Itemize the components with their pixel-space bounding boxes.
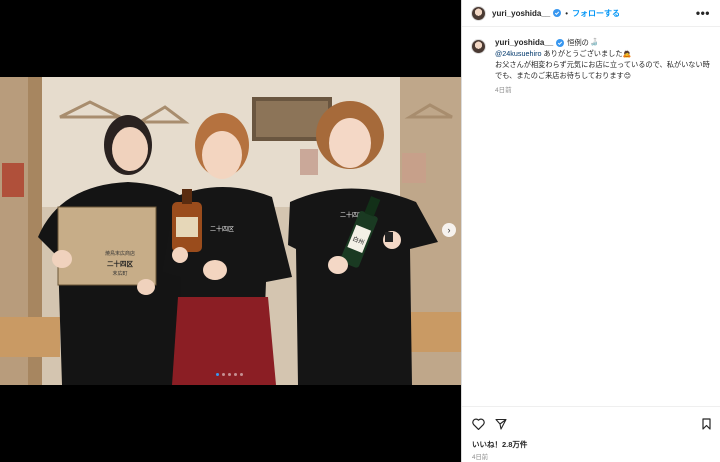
mention-link[interactable]: @24kusuehiro xyxy=(495,49,541,58)
post-actions: いいね！2.8万件 4日前 xyxy=(462,406,720,462)
avatar[interactable] xyxy=(471,5,486,21)
caption-time: 4日前 xyxy=(495,87,512,95)
bow-emoji-icon: 🙇 xyxy=(622,50,632,58)
sake-emoji-icon: 🍶 xyxy=(589,39,599,46)
box-text-bottom: 末広町 xyxy=(112,270,127,277)
carousel-dot xyxy=(228,373,231,376)
caption-avatar[interactable] xyxy=(471,39,486,54)
chevron-right-icon: › xyxy=(447,224,451,235)
post-header: yuri_yoshida__ • フォローする ••• xyxy=(462,0,720,27)
caption-line-2: ありがとうございました xyxy=(543,48,623,58)
bookmark-icon[interactable] xyxy=(701,418,712,430)
carousel-dot xyxy=(234,373,237,376)
carousel-dot xyxy=(222,373,225,376)
carousel-next-button[interactable]: › xyxy=(442,223,456,237)
post-photo[interactable]: 焼鳥末広商店 二十四区 末広町 二十四区 二十四区 白州 xyxy=(0,77,461,385)
box-text-top: 焼鳥末広商店 xyxy=(105,250,135,257)
separator-dot: • xyxy=(565,8,569,18)
post-date: 4日前 xyxy=(472,454,489,461)
send-icon[interactable] xyxy=(495,418,507,430)
carousel-indicator xyxy=(216,373,243,376)
box-text-main: 二十四区 xyxy=(107,259,134,268)
likes-count[interactable]: いいね！2.8万件 xyxy=(472,439,527,450)
post-media-area: 焼鳥末広商店 二十四区 末広町 二十四区 二十四区 白州 › xyxy=(0,0,461,462)
photo-illustration: 焼鳥末広商店 二十四区 末広町 二十四区 二十四区 白州 xyxy=(0,77,461,385)
username-link[interactable]: yuri_yoshida__ xyxy=(492,9,550,18)
more-options-icon[interactable]: ••• xyxy=(696,6,710,20)
shirt-text-middle: 二十四区 xyxy=(210,225,234,233)
smile-emoji-icon: 😊 xyxy=(623,72,632,80)
verified-badge-icon xyxy=(553,9,562,17)
carousel-dot xyxy=(216,373,219,376)
heart-icon[interactable] xyxy=(472,418,485,430)
caption-line-1: 恒例の xyxy=(567,38,589,47)
follow-button[interactable]: フォローする xyxy=(572,8,620,19)
caption-username[interactable]: yuri_yoshida__ xyxy=(495,38,553,49)
verified-badge-icon xyxy=(556,39,565,48)
post-side-panel: yuri_yoshida__ • フォローする ••• yuri_yoshida… xyxy=(461,0,720,462)
post-caption: yuri_yoshida__ 恒例の 🍶 @24kusuehiro ありがとうご… xyxy=(471,38,715,97)
carousel-dot xyxy=(240,373,243,376)
caption-line-3: お父さんが相変わらず元気にお店に立っているので、私がいない時でも、またのご来店お… xyxy=(495,60,710,80)
